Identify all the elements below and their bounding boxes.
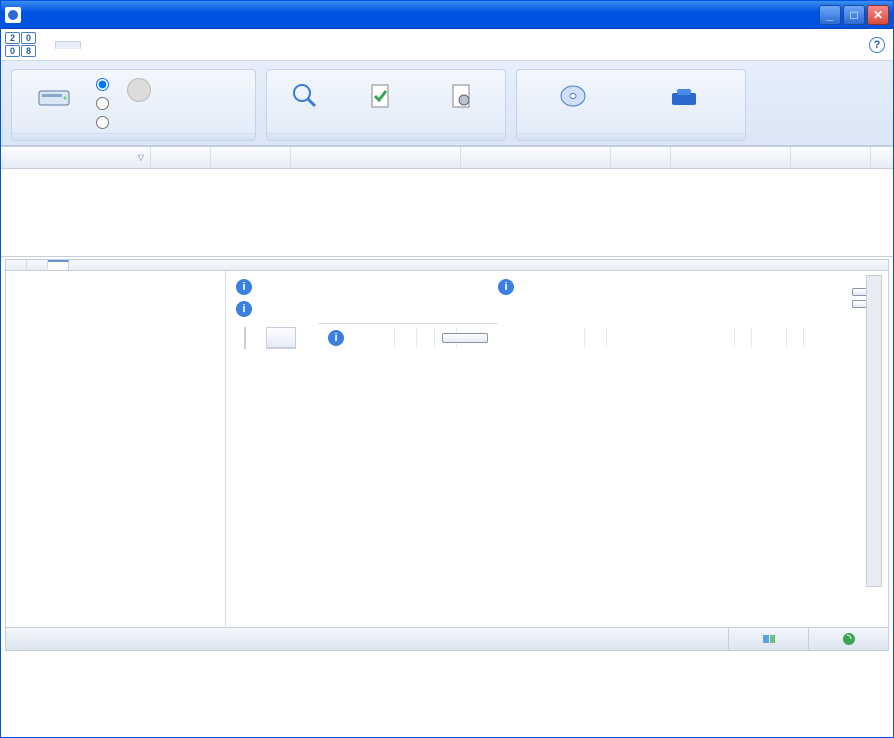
detail-pane: i i i — [226, 271, 888, 360]
selected-files-button[interactable] — [342, 76, 417, 120]
stop-button — [119, 76, 159, 106]
minimize-button[interactable]: _ — [819, 5, 841, 25]
perfectdisk-settings-button[interactable] — [629, 76, 739, 120]
close-button[interactable]: ✕ — [867, 5, 889, 25]
maximize-button[interactable]: □ — [843, 5, 865, 25]
lower-panel: i i i — [5, 259, 889, 651]
drive-icon — [38, 80, 70, 112]
tab-autopilot[interactable] — [81, 42, 105, 48]
tray-icon-1[interactable] — [728, 628, 808, 650]
grid-body[interactable] — [1, 169, 893, 257]
radio-consolidate[interactable] — [96, 97, 113, 110]
window-titlebar: _ □ ✕ — [1, 1, 893, 29]
stat-table-1 — [244, 327, 246, 349]
file-check-icon — [364, 80, 396, 112]
ribbon-group-advanced — [266, 69, 506, 141]
tab-analysis-results[interactable] — [48, 260, 69, 270]
ribbon-group-label — [267, 133, 505, 140]
ribbon-group-defrag — [11, 69, 256, 141]
ribbon-group-options — [516, 69, 746, 141]
radio-defragonly[interactable] — [96, 116, 113, 129]
magnifier-icon — [289, 80, 321, 112]
col-name[interactable]: ▽ — [1, 147, 151, 168]
radio-smartplacement[interactable] — [96, 78, 113, 91]
toolbox-icon — [668, 80, 700, 112]
stat-table-2 — [266, 327, 296, 349]
drive-properties-button[interactable] — [523, 76, 623, 120]
help-icon[interactable]: ? — [869, 37, 885, 53]
system-files-button[interactable] — [424, 76, 499, 120]
tab-resources[interactable] — [153, 42, 177, 48]
tree-pane[interactable] — [6, 271, 226, 627]
info-icon: i — [236, 301, 252, 317]
next-step-bar: i — [318, 323, 498, 352]
drive-grid: ▽ — [1, 146, 893, 257]
tab-freespace[interactable] — [105, 42, 129, 48]
info-icon: i — [328, 330, 344, 346]
status-bar — [6, 627, 888, 650]
col-frag[interactable] — [791, 147, 871, 168]
tab-defrag[interactable] — [55, 41, 81, 49]
col-status[interactable] — [211, 147, 291, 168]
info-icon: i — [236, 279, 252, 295]
table-header — [267, 328, 295, 348]
analyze-button[interactable] — [273, 76, 336, 120]
top-menu-strip: 2008 ? — [1, 29, 893, 61]
summary-block: i i i — [226, 271, 888, 360]
lower-tabs — [6, 260, 888, 271]
col-type[interactable] — [151, 147, 211, 168]
col-boot[interactable] — [611, 147, 671, 168]
whole-drive-button[interactable] — [18, 76, 90, 120]
disc-icon — [557, 80, 589, 112]
file-gear-icon — [445, 80, 477, 112]
col-size[interactable] — [671, 147, 791, 168]
col-nextrun[interactable] — [461, 147, 611, 168]
tab-virtual[interactable] — [129, 42, 153, 48]
stop-icon — [127, 78, 151, 102]
grid-header: ▽ — [1, 147, 893, 169]
app-icon — [5, 7, 21, 23]
ribbon-group-label — [517, 133, 745, 140]
scrollbar[interactable] — [866, 275, 882, 360]
ribbon — [1, 61, 893, 146]
tab-drivemap[interactable] — [6, 260, 27, 270]
tab-performance[interactable] — [27, 260, 48, 270]
col-lastdefrag[interactable] — [291, 147, 461, 168]
logo-2008: 2008 — [5, 32, 39, 58]
start-button[interactable] — [442, 333, 488, 343]
info-icon: i — [498, 279, 514, 295]
tray-icon-2[interactable] — [808, 628, 888, 650]
ribbon-group-label — [12, 133, 255, 140]
